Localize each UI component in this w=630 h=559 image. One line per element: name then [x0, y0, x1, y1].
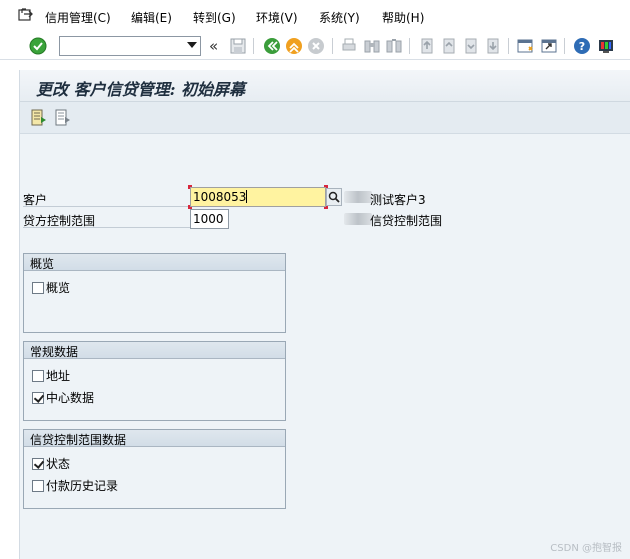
customize-layout-icon[interactable] — [597, 37, 615, 55]
cancel-icon[interactable] — [307, 37, 325, 55]
save-icon[interactable] — [229, 37, 247, 55]
sap-menu-icon[interactable] — [18, 8, 34, 22]
chevron-down-icon[interactable] — [187, 42, 197, 48]
group-overview: 概览 概览 — [23, 253, 286, 333]
search-icon — [328, 191, 340, 203]
redacted-text — [344, 191, 372, 203]
text-caret — [246, 190, 248, 203]
print-icon[interactable] — [340, 37, 358, 55]
checkbox-overview[interactable]: 概览 — [32, 279, 70, 296]
shortcut-icon[interactable] — [540, 37, 558, 55]
help-icon[interactable]: ? — [573, 37, 591, 55]
svg-text:?: ? — [579, 40, 585, 53]
checkbox-checked[interactable] — [32, 392, 44, 404]
page-title: 更改 客户信贷管理: 初始屏幕 — [36, 80, 246, 99]
menu-system[interactable]: 系统(Y) — [319, 9, 360, 26]
group-title: 常规数据 — [24, 342, 285, 359]
value-help-button[interactable] — [326, 188, 342, 206]
title-bar: 更改 客户信贷管理: 初始屏幕 — [20, 70, 630, 102]
checkbox-payment-history[interactable]: 付款历史记录 — [32, 477, 118, 494]
checkbox-central-data[interactable]: 中心数据 — [32, 389, 94, 406]
next-page-icon[interactable] — [462, 37, 480, 55]
checkbox-unchecked[interactable] — [32, 370, 44, 382]
credit-area-input-value: 1000 — [193, 212, 224, 226]
menu-credit-management[interactable]: 信用管理(C) — [45, 9, 111, 26]
checkbox-label: 地址 — [46, 369, 71, 383]
watermark: CSDN @抱智报 — [550, 543, 622, 554]
redacted-text — [344, 213, 372, 225]
toolbar-separator — [409, 38, 410, 54]
display-change-icon[interactable] — [30, 109, 48, 127]
checkbox-label: 付款历史记录 — [46, 479, 119, 493]
exit-icon[interactable] — [285, 37, 303, 55]
group-general-data: 常规数据 地址 中心数据 — [23, 341, 286, 421]
menu-environment[interactable]: 环境(V) — [256, 9, 298, 26]
checkbox-unchecked[interactable] — [32, 282, 44, 294]
menu-bar: 信用管理(C) 编辑(E) 转到(G) 环境(V) 系统(Y) 帮助(H) — [0, 0, 630, 32]
last-page-icon[interactable] — [484, 37, 502, 55]
back-icon[interactable] — [263, 37, 281, 55]
create-session-icon[interactable] — [516, 37, 534, 55]
menu-help[interactable]: 帮助(H) — [382, 9, 424, 26]
toolbar-separator — [564, 38, 565, 54]
group-title: 概览 — [24, 254, 285, 271]
checkbox-label: 概览 — [46, 281, 71, 295]
enter-check-icon[interactable] — [29, 37, 47, 55]
group-credit-area-data: 信贷控制范围数据 状态 付款历史记录 — [23, 429, 286, 509]
checkbox-status[interactable]: 状态 — [32, 455, 70, 472]
label-underline — [23, 227, 190, 228]
customer-description: 测试客户3 — [370, 193, 426, 207]
customer-input-value: 1008053 — [193, 190, 247, 204]
main-screen: 更改 客户信贷管理: 初始屏幕 客户 1008053 测试客户3 贷方控制范围 … — [19, 70, 630, 559]
checkbox-label: 状态 — [46, 457, 71, 471]
command-field[interactable] — [59, 36, 201, 56]
checkbox-address[interactable]: 地址 — [32, 367, 70, 384]
previous-page-icon[interactable] — [440, 37, 458, 55]
menu-goto[interactable]: 转到(G) — [193, 9, 236, 26]
toolbar-separator — [508, 38, 509, 54]
document-overview-icon[interactable] — [54, 109, 72, 127]
system-toolbar: « ? — [0, 32, 630, 60]
first-page-icon[interactable] — [418, 37, 436, 55]
collapse-chevron[interactable]: « — [209, 37, 218, 55]
credit-area-description: 信贷控制范围 — [370, 214, 443, 228]
group-title: 信贷控制范围数据 — [24, 430, 285, 447]
find-icon[interactable] — [363, 37, 381, 55]
toolbar-separator — [253, 38, 254, 54]
credit-area-input[interactable]: 1000 — [190, 209, 229, 229]
label-underline — [23, 206, 190, 207]
menu-edit[interactable]: 编辑(E) — [131, 9, 172, 26]
checkbox-label: 中心数据 — [46, 391, 95, 405]
find-next-icon[interactable] — [385, 37, 403, 55]
application-toolbar — [20, 102, 630, 134]
checkbox-checked[interactable] — [32, 458, 44, 470]
focus-corner — [188, 185, 192, 189]
toolbar-separator — [332, 38, 333, 54]
customer-input[interactable]: 1008053 — [190, 187, 326, 207]
checkbox-unchecked[interactable] — [32, 480, 44, 492]
